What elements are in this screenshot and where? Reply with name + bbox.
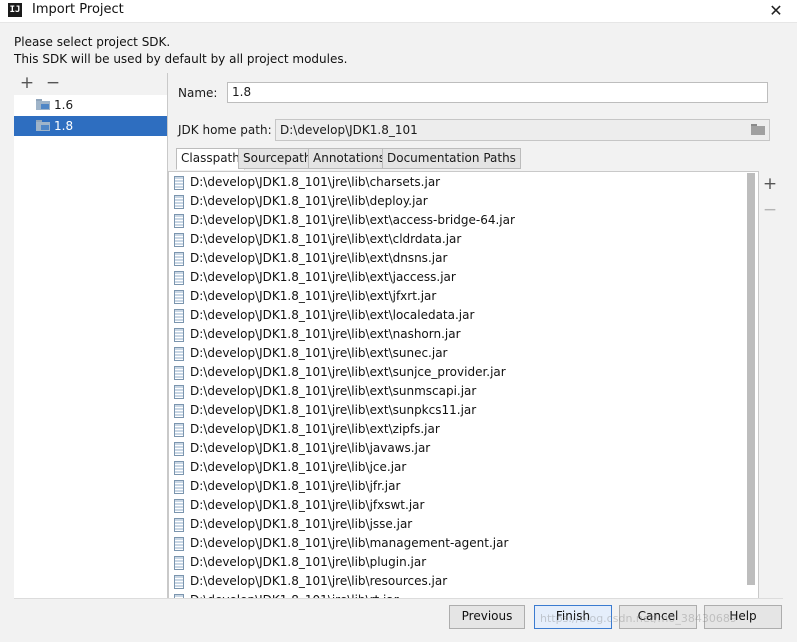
folder-browse-icon[interactable] bbox=[751, 124, 765, 135]
classpath-entry: D:\develop\JDK1.8_101\jre\lib\charsets.j… bbox=[190, 175, 441, 189]
jar-icon bbox=[174, 214, 184, 228]
classpath-entry: D:\develop\JDK1.8_101\jre\lib\ext\sunec.… bbox=[190, 346, 448, 360]
classpath-row[interactable]: D:\develop\JDK1.8_101\jre\lib\ext\jfxrt.… bbox=[169, 287, 749, 306]
classpath-entry: D:\develop\JDK1.8_101\jre\lib\ext\dnsns.… bbox=[190, 251, 448, 265]
classpath-list[interactable]: D:\develop\JDK1.8_101\jre\lib\charsets.j… bbox=[168, 171, 759, 599]
classpath-row[interactable]: D:\develop\JDK1.8_101\jre\lib\ext\nashor… bbox=[169, 325, 749, 344]
classpath-row[interactable]: D:\develop\JDK1.8_101\jre\lib\deploy.jar bbox=[169, 192, 749, 211]
jar-icon bbox=[174, 233, 184, 247]
intro-text: Please select project SDK. This SDK will… bbox=[14, 34, 347, 68]
intellij-app-icon: IJ bbox=[8, 3, 22, 17]
jdk-home-path-label: JDK home path: bbox=[178, 123, 272, 137]
sdk-folder-icon bbox=[36, 120, 50, 131]
jar-icon bbox=[174, 366, 184, 380]
jar-icon bbox=[174, 423, 184, 437]
classpath-entry: D:\develop\JDK1.8_101\jre\lib\ext\cldrda… bbox=[190, 232, 462, 246]
classpath-row[interactable]: D:\develop\JDK1.8_101\jre\lib\charsets.j… bbox=[169, 173, 749, 192]
jar-icon bbox=[174, 328, 184, 342]
jar-icon bbox=[174, 252, 184, 266]
classpath-entry: D:\develop\JDK1.8_101\jre\lib\ext\jacces… bbox=[190, 270, 456, 284]
title-bar: IJ Import Project ✕ bbox=[0, 0, 797, 23]
classpath-entry: D:\develop\JDK1.8_101\jre\lib\plugin.jar bbox=[190, 555, 427, 569]
jar-icon bbox=[174, 575, 184, 589]
jar-icon bbox=[174, 518, 184, 532]
classpath-entry: D:\develop\JDK1.8_101\jre\lib\ext\jfxrt.… bbox=[190, 289, 437, 303]
jar-icon bbox=[174, 195, 184, 209]
classpath-row[interactable]: D:\develop\JDK1.8_101\jre\lib\jce.jar bbox=[169, 458, 749, 477]
name-label: Name: bbox=[178, 86, 218, 100]
sdk-list-panel: + − 1.6 1.8 bbox=[14, 73, 168, 599]
jar-icon bbox=[174, 404, 184, 418]
sdk-toolbar: + − bbox=[14, 73, 167, 95]
classpath-entry: D:\develop\JDK1.8_101\jre\lib\ext\locale… bbox=[190, 308, 475, 322]
plus-icon[interactable]: + bbox=[762, 174, 778, 194]
jar-icon bbox=[174, 385, 184, 399]
footer-divider bbox=[14, 598, 783, 599]
classpath-entry: D:\develop\JDK1.8_101\jre\lib\ext\access… bbox=[190, 213, 515, 227]
classpath-row[interactable]: D:\develop\JDK1.8_101\jre\lib\ext\cldrda… bbox=[169, 230, 749, 249]
sdk-item-1-8[interactable]: 1.8 bbox=[14, 116, 167, 136]
classpath-entry: D:\develop\JDK1.8_101\jre\lib\jce.jar bbox=[190, 460, 407, 474]
intro-line-1: Please select project SDK. bbox=[14, 35, 171, 49]
classpath-entry: D:\develop\JDK1.8_101\jre\lib\deploy.jar bbox=[190, 194, 428, 208]
name-field[interactable]: 1.8 bbox=[227, 82, 768, 103]
classpath-row[interactable]: D:\develop\JDK1.8_101\jre\lib\ext\sunjce… bbox=[169, 363, 749, 382]
classpath-entry: D:\develop\JDK1.8_101\jre\lib\jfr.jar bbox=[190, 479, 401, 493]
classpath-entry: D:\develop\JDK1.8_101\jre\lib\ext\sunmsc… bbox=[190, 384, 477, 398]
jar-icon bbox=[174, 537, 184, 551]
classpath-row[interactable]: D:\develop\JDK1.8_101\jre\lib\ext\sunec.… bbox=[169, 344, 749, 363]
classpath-row[interactable]: D:\develop\JDK1.8_101\jre\lib\jfr.jar bbox=[169, 477, 749, 496]
jdk-home-path-field[interactable]: D:\develop\JDK1.8_101 bbox=[275, 119, 770, 141]
classpath-row[interactable]: D:\develop\JDK1.8_101\jre\lib\ext\zipfs.… bbox=[169, 420, 749, 439]
jar-icon bbox=[174, 271, 184, 285]
watermark-text: https://blog.csdn.net/m0_38430689 bbox=[540, 612, 737, 625]
jar-icon bbox=[174, 461, 184, 475]
jar-icon bbox=[174, 556, 184, 570]
classpath-row[interactable]: D:\develop\JDK1.8_101\jre\lib\jfxswt.jar bbox=[169, 496, 749, 515]
plus-icon[interactable]: + bbox=[18, 73, 36, 93]
tab-classpath[interactable]: Classpath bbox=[176, 148, 245, 170]
classpath-row[interactable]: D:\develop\JDK1.8_101\jre\lib\management… bbox=[169, 534, 749, 553]
jar-icon bbox=[174, 176, 184, 190]
scrollbar-thumb[interactable] bbox=[747, 173, 755, 585]
jar-icon bbox=[174, 442, 184, 456]
classpath-entry: D:\develop\JDK1.8_101\jre\lib\ext\nashor… bbox=[190, 327, 461, 341]
jar-icon bbox=[174, 499, 184, 513]
classpath-row[interactable]: D:\develop\JDK1.8_101\jre\lib\ext\dnsns.… bbox=[169, 249, 749, 268]
classpath-row[interactable]: D:\develop\JDK1.8_101\jre\lib\plugin.jar bbox=[169, 553, 749, 572]
sdk-item-1-6[interactable]: 1.6 bbox=[14, 95, 167, 115]
sdk-item-label: 1.8 bbox=[54, 119, 74, 133]
window-title: Import Project bbox=[32, 2, 124, 17]
sdk-folder-icon bbox=[36, 99, 50, 110]
classpath-entry: D:\develop\JDK1.8_101\jre\lib\jfxswt.jar bbox=[190, 498, 425, 512]
classpath-entry: D:\develop\JDK1.8_101\jre\lib\javaws.jar bbox=[190, 441, 431, 455]
classpath-row[interactable]: D:\develop\JDK1.8_101\jre\lib\ext\access… bbox=[169, 211, 749, 230]
classpath-entry: D:\develop\JDK1.8_101\jre\lib\jsse.jar bbox=[190, 517, 413, 531]
classpath-row[interactable]: D:\develop\JDK1.8_101\jre\lib\ext\sunmsc… bbox=[169, 382, 749, 401]
classpath-entry: D:\develop\JDK1.8_101\jre\lib\ext\zipfs.… bbox=[190, 422, 440, 436]
classpath-entry: D:\develop\JDK1.8_101\jre\lib\management… bbox=[190, 536, 509, 550]
classpath-row[interactable]: D:\develop\JDK1.8_101\jre\lib\javaws.jar bbox=[169, 439, 749, 458]
tab-sourcepath[interactable]: Sourcepath bbox=[238, 148, 317, 169]
jar-icon bbox=[174, 290, 184, 304]
classpath-entry: D:\develop\JDK1.8_101\jre\lib\resources.… bbox=[190, 574, 448, 588]
minus-icon[interactable]: − bbox=[44, 73, 62, 93]
classpath-entry: D:\develop\JDK1.8_101\jre\lib\ext\sunpkc… bbox=[190, 403, 477, 417]
jar-icon bbox=[174, 480, 184, 494]
minus-icon: − bbox=[762, 200, 778, 220]
sdk-item-label: 1.6 bbox=[54, 98, 74, 112]
classpath-row[interactable]: D:\develop\JDK1.8_101\jre\lib\resources.… bbox=[169, 572, 749, 591]
classpath-entry: D:\develop\JDK1.8_101\jre\lib\ext\sunjce… bbox=[190, 365, 506, 379]
previous-button[interactable]: Previous bbox=[449, 605, 525, 629]
intro-line-2: This SDK will be used by default by all … bbox=[14, 52, 348, 66]
classpath-row[interactable]: D:\develop\JDK1.8_101\jre\lib\ext\locale… bbox=[169, 306, 749, 325]
jar-icon bbox=[174, 347, 184, 361]
jar-icon bbox=[174, 309, 184, 323]
close-icon[interactable]: ✕ bbox=[761, 0, 791, 22]
classpath-row[interactable]: D:\develop\JDK1.8_101\jre\lib\ext\jacces… bbox=[169, 268, 749, 287]
classpath-row[interactable]: D:\develop\JDK1.8_101\jre\lib\ext\sunpkc… bbox=[169, 401, 749, 420]
tab-annotations[interactable]: Annotations bbox=[308, 148, 391, 169]
classpath-row[interactable]: D:\develop\JDK1.8_101\jre\lib\jsse.jar bbox=[169, 515, 749, 534]
tab-documentation-paths[interactable]: Documentation Paths bbox=[382, 148, 521, 169]
